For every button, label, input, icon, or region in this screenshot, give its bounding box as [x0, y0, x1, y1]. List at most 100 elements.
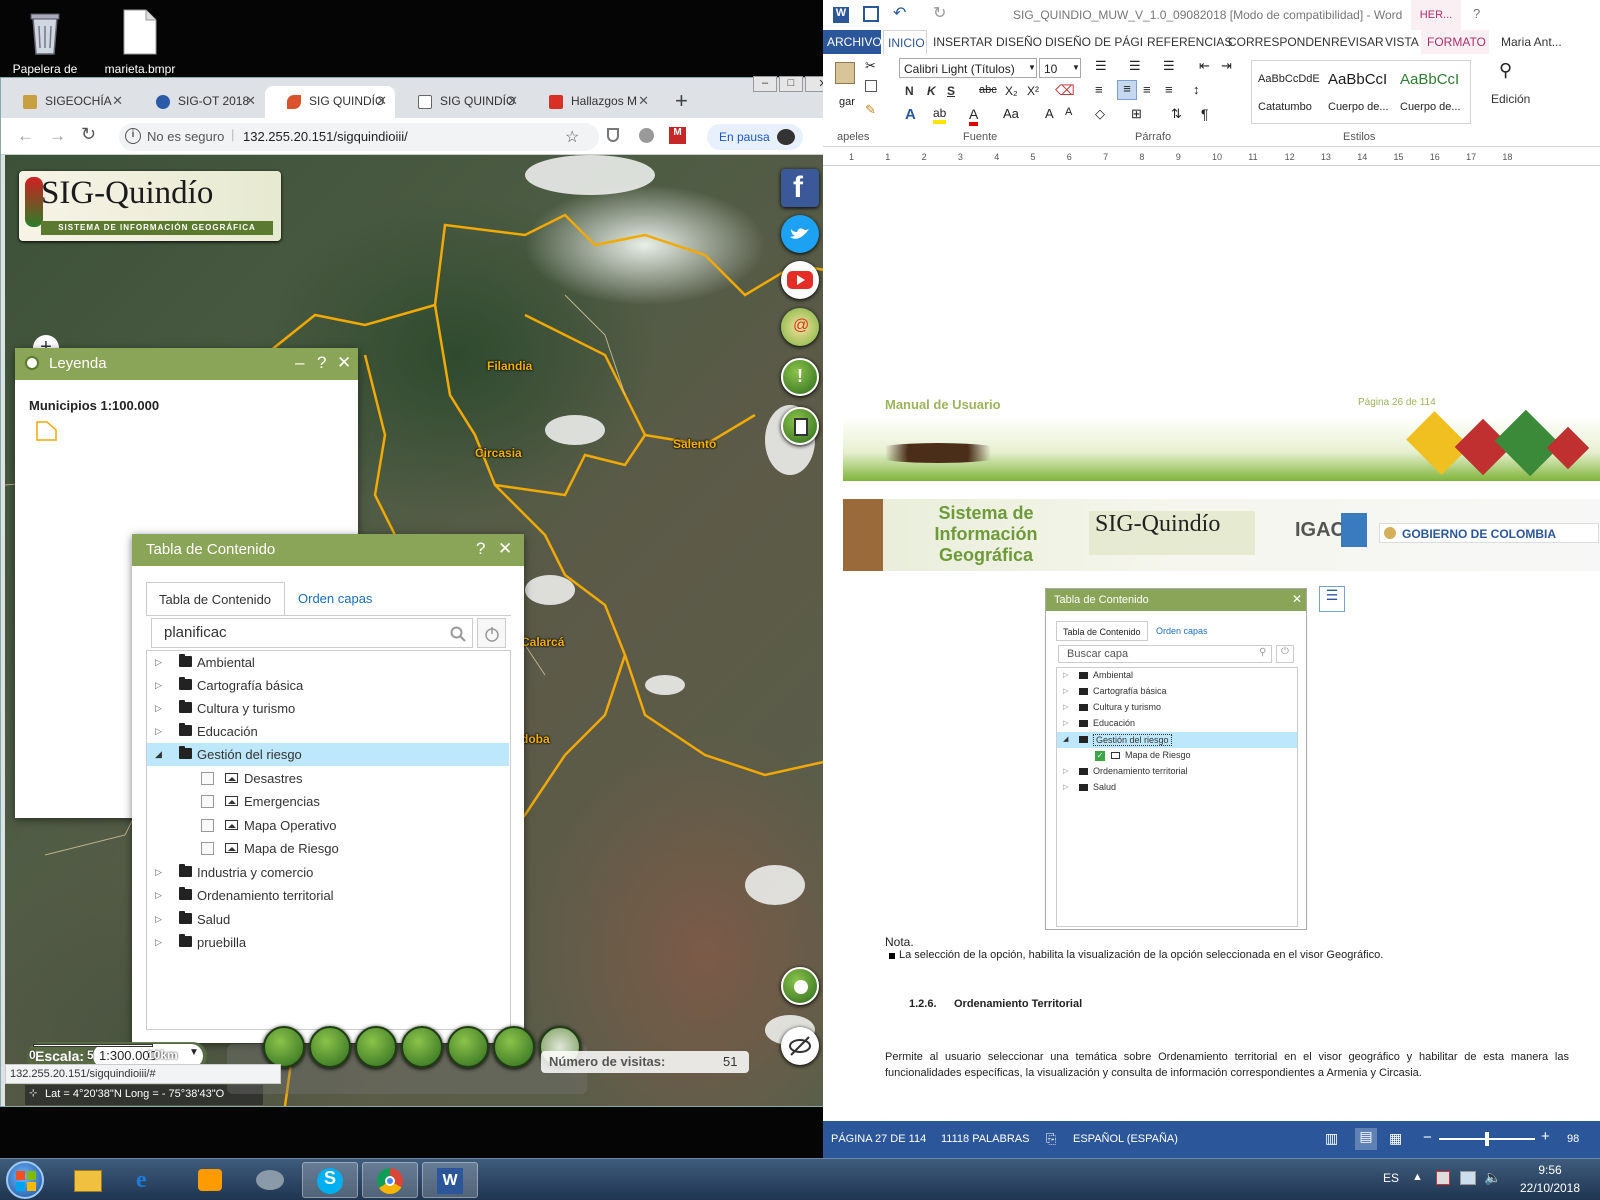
- expand-icon[interactable]: ▷: [155, 890, 162, 901]
- volume-icon[interactable]: 🔈: [1484, 1169, 1501, 1186]
- pilcrow-icon[interactable]: ¶: [1201, 106, 1209, 122]
- chrome-button[interactable]: [362, 1162, 418, 1198]
- tree-layer[interactable]: Desastres: [147, 767, 509, 790]
- tab-layer-order[interactable]: Orden capas: [298, 591, 372, 606]
- page-indicator[interactable]: PÁGINA 27 DE 114: [831, 1133, 926, 1145]
- font-name-select[interactable]: Calibri Light (Títulos) ▼: [899, 58, 1037, 78]
- hide-icon[interactable]: [781, 1027, 819, 1065]
- embedded-screenshot[interactable]: Tabla de Contenido ✕ Tabla de Contenido …: [1045, 588, 1307, 930]
- legend-tool-icon[interactable]: [263, 1026, 305, 1068]
- web-layout-icon[interactable]: ▦: [1389, 1130, 1402, 1147]
- clear-search-button[interactable]: [477, 618, 506, 648]
- undo-icon[interactable]: ↶: [893, 3, 906, 23]
- help-icon[interactable]: ?: [476, 539, 485, 559]
- pocket-icon[interactable]: [607, 128, 619, 142]
- tree-folder[interactable]: ▷ pruebilla: [147, 931, 509, 954]
- print-layout-icon[interactable]: ▤: [1355, 1128, 1377, 1150]
- help-icon[interactable]: ?: [317, 353, 326, 373]
- reload-icon[interactable]: ↻: [81, 124, 96, 145]
- bold-icon[interactable]: N: [905, 84, 914, 98]
- extension-icon[interactable]: [639, 128, 654, 143]
- tree-folder-selected[interactable]: ◢ Gestión del riesgo: [147, 743, 509, 766]
- twitter-icon[interactable]: [781, 215, 819, 253]
- tree-folder[interactable]: ▷ Salud: [147, 908, 509, 931]
- shading-icon[interactable]: ◇: [1095, 106, 1105, 122]
- change-case-icon[interactable]: Aa: [1003, 106, 1019, 121]
- highlight-icon[interactable]: ab: [933, 106, 947, 124]
- browser-tab[interactable]: SIG QUINDÍO ✕: [396, 86, 526, 118]
- close-icon[interactable]: ✕: [498, 539, 512, 559]
- tree-layer[interactable]: Mapa Operativo: [147, 814, 509, 837]
- zoom-out-icon[interactable]: −: [1423, 1129, 1432, 1146]
- font-color-icon[interactable]: A: [969, 106, 979, 126]
- desktop-icon-recycle-bin[interactable]: Papelera de: [0, 8, 90, 76]
- collapse-icon[interactable]: ◢: [155, 749, 162, 760]
- borders-icon[interactable]: ⊞: [1131, 106, 1142, 122]
- minimize-icon[interactable]: –: [295, 353, 304, 373]
- close-icon[interactable]: ✕: [638, 93, 649, 109]
- clear-format-icon[interactable]: ⌫: [1055, 82, 1075, 99]
- paste-label[interactable]: gar: [839, 96, 855, 108]
- sig-quindio-logo[interactable]: SIG-Quindío SISTEMA DE INFORMACIÓN GEOGR…: [19, 171, 281, 241]
- browser-tab[interactable]: Hallazgos M ✕: [527, 86, 657, 118]
- close-icon[interactable]: ✕: [245, 93, 256, 109]
- expand-icon[interactable]: ▷: [155, 937, 162, 948]
- font-size-select[interactable]: 10 ▼: [1039, 58, 1081, 78]
- style-item[interactable]: AaBbCcDdE Catatumbo: [1254, 63, 1324, 121]
- justify-icon[interactable]: ≡: [1165, 82, 1173, 97]
- tab-diseno-pagina[interactable]: DISEÑO DE PÁGI: [1045, 35, 1143, 49]
- tree-folder[interactable]: ▷ Cartografía básica: [147, 674, 509, 697]
- cut-icon[interactable]: ✂: [865, 58, 876, 74]
- binoculars-icon[interactable]: ⚲: [1499, 60, 1512, 81]
- tab-toc[interactable]: Tabla de Contenido: [146, 582, 285, 616]
- info-icon[interactable]: i: [125, 128, 141, 144]
- overview-icon[interactable]: [781, 967, 819, 1005]
- manual-icon[interactable]: [781, 407, 819, 445]
- map-viewer[interactable]: Filandia Salento Circasia Calarcá doba S…: [5, 155, 855, 1106]
- layer-checkbox[interactable]: [201, 795, 214, 808]
- increase-indent-icon[interactable]: ⇥: [1221, 58, 1232, 74]
- contextual-tab-label[interactable]: HER...: [1411, 0, 1461, 30]
- expand-icon[interactable]: ▷: [155, 914, 162, 925]
- word-button[interactable]: W: [422, 1162, 478, 1198]
- expand-icon[interactable]: ▷: [155, 703, 162, 714]
- tree-folder[interactable]: ▷ Ordenamiento territorial: [147, 884, 509, 907]
- proofing-icon[interactable]: ⎘: [1046, 1131, 1056, 1147]
- shrink-font-icon[interactable]: A: [1065, 106, 1072, 118]
- zoom-in-icon[interactable]: +: [1541, 1128, 1550, 1145]
- tree-folder[interactable]: ▷ Ambiental: [147, 651, 509, 674]
- forward-icon[interactable]: →: [49, 126, 66, 146]
- clock-date[interactable]: 22/10/2018: [1512, 1181, 1588, 1195]
- grow-font-icon[interactable]: A: [1045, 106, 1054, 121]
- multilevel-list-icon[interactable]: ☰: [1163, 58, 1175, 74]
- numbering-icon[interactable]: ☰: [1129, 58, 1141, 74]
- tab-archivo[interactable]: ARCHIVO: [823, 30, 882, 54]
- tab-insertar[interactable]: INSERTAR: [933, 35, 993, 49]
- redo-icon[interactable]: ↻: [933, 3, 946, 23]
- text-effects-icon[interactable]: A: [905, 106, 916, 123]
- user-name[interactable]: Maria Ant...: [1501, 35, 1562, 49]
- read-mode-icon[interactable]: ▥: [1325, 1130, 1338, 1147]
- align-left-icon[interactable]: ≡: [1095, 82, 1103, 97]
- print-tool-icon[interactable]: [447, 1026, 489, 1068]
- measure-tool-icon[interactable]: [493, 1026, 535, 1068]
- layer-checkbox[interactable]: [201, 819, 214, 832]
- zoom-level[interactable]: 98: [1567, 1133, 1579, 1145]
- layer-checkbox[interactable]: [201, 772, 214, 785]
- start-button[interactable]: [6, 1161, 44, 1199]
- expand-icon[interactable]: ▷: [155, 726, 162, 737]
- email-icon[interactable]: @: [781, 308, 819, 346]
- ie-button[interactable]: e: [122, 1162, 178, 1198]
- word-count[interactable]: 11118 PALABRAS: [941, 1133, 1029, 1145]
- subscript-icon[interactable]: X₂: [1005, 84, 1018, 98]
- document-area[interactable]: Manual de Usuario Página 26 de 114 Siste…: [823, 167, 1600, 1121]
- layer-search-input[interactable]: planificac: [151, 618, 473, 648]
- info-button-icon[interactable]: !: [781, 358, 819, 396]
- close-icon[interactable]: ✕: [507, 93, 518, 109]
- app-button[interactable]: [242, 1162, 298, 1198]
- explorer-button[interactable]: [60, 1162, 116, 1198]
- skype-button[interactable]: S: [302, 1162, 358, 1198]
- browser-tab[interactable]: SIGEOCHÍA ✕: [1, 86, 131, 118]
- clock-time[interactable]: 9:56: [1520, 1163, 1580, 1177]
- paste-icon[interactable]: [835, 62, 855, 84]
